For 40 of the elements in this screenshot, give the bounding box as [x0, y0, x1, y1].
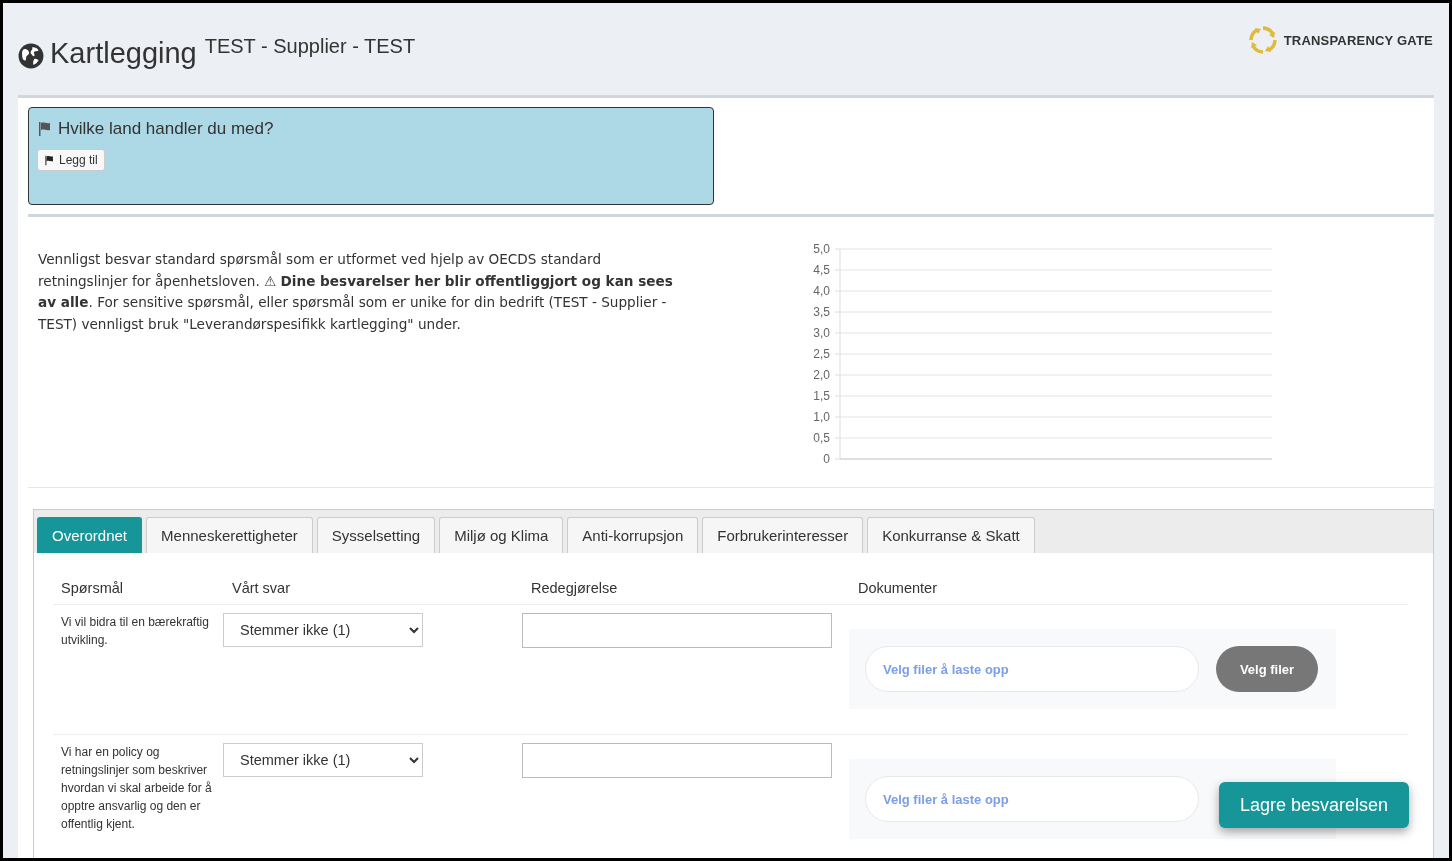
add-button[interactable]: Legg til [37, 149, 105, 171]
axis-tick-label: 3,5 [813, 305, 830, 319]
answer-select[interactable]: Stemmer ikke (1) [223, 613, 423, 647]
tab[interactable]: Forbrukerinteresser [702, 517, 864, 553]
globe-icon [18, 43, 44, 69]
flag-icon [37, 121, 53, 137]
choose-files-button[interactable]: Velg filer [1216, 646, 1318, 692]
ring-arrows-icon [1247, 25, 1278, 55]
column-header: Spørsmål [60, 580, 125, 596]
axis-tick-label: 0 [823, 452, 830, 466]
tab[interactable]: Konkurranse & Skatt [867, 517, 1035, 553]
save-button[interactable]: Lagre besvarelsen [1219, 782, 1409, 828]
column-header: Vårt svar [232, 580, 291, 596]
axis-tick-label: 0,5 [813, 431, 830, 445]
axis-tick-label: 1,5 [813, 389, 830, 403]
axis-tick-label: 3,0 [813, 326, 830, 340]
explanation-field[interactable] [522, 743, 832, 778]
axis-tick-label: 4,5 [813, 263, 830, 277]
page-title: Kartlegging [50, 37, 197, 70]
axis-tick-label: 4,0 [813, 284, 830, 298]
tab[interactable]: Overordnet [37, 517, 143, 553]
column-header: Redegjørelse [531, 580, 619, 596]
question-text: Vi vil bidra til en bærekraftig utvikling. [60, 614, 210, 649]
intro-text: Vennligst besvar standard spørsmål som er utformet ved hjelp av OECDS standard retningslinjer for åpenhetsloven. ⚠ Dine besvarelser her blir offentliggjort og kan sees av alle. For sensitive spørsmål, eller spørsmål som er unike for din bedrift (TEST - Supplier - TEST) vennligst bruk "Leverandørspesifikk kartlegging" under. [38, 250, 674, 334]
axis-tick-label: 1,0 [813, 410, 830, 424]
column-header: Dokumenter [858, 580, 938, 596]
tab[interactable]: Sysselsetting [316, 517, 436, 553]
page-subtitle: TEST - Supplier - TEST [204, 35, 416, 58]
tab[interactable]: Menneskerettigheter [146, 517, 313, 553]
question-text: Vi har en policy og retningslinjer som beskriver hvordan vi skal arbeide for å opptre ansvarlig og den er offentlig kjent. [60, 744, 213, 833]
axis-tick-label: 2,0 [813, 368, 830, 382]
logo-text: TRANSPARENCY GATE [1283, 32, 1433, 48]
explanation-field[interactable] [522, 613, 832, 648]
flag-icon [44, 154, 55, 166]
axis-tick-label: 2,5 [813, 347, 830, 361]
axis-tick-label: 5,0 [813, 242, 830, 256]
tab[interactable]: Miljø og Klima [439, 517, 564, 553]
tab[interactable]: Anti-korrupsjon [567, 517, 699, 553]
countries-heading: Hvilke land handler du med? [58, 119, 274, 139]
answer-select[interactable]: Stemmer ikke (1) [223, 743, 423, 777]
